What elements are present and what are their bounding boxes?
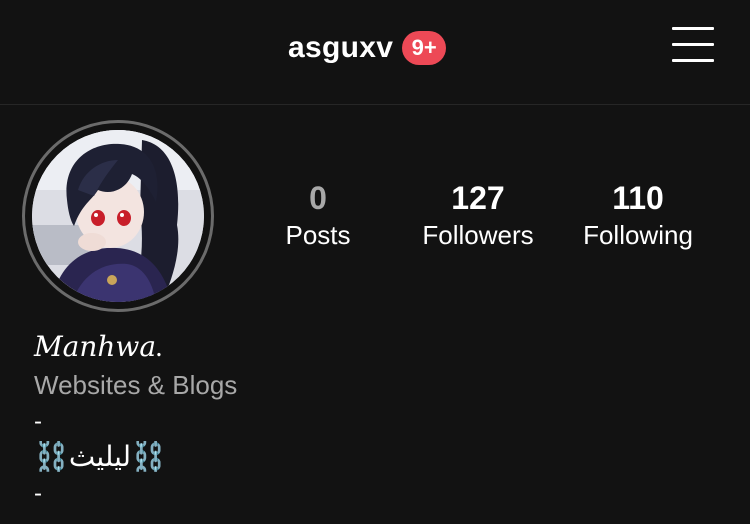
posts-label: Posts [285, 220, 351, 250]
username-switcher[interactable]: asguxv 9+ [288, 26, 447, 70]
hamburger-menu-icon[interactable] [672, 27, 716, 65]
username[interactable]: asguxv [288, 31, 393, 65]
bio-line-2: ⛓️ليليث⛓️ [34, 441, 166, 472]
following-stat[interactable]: 110 Following [558, 178, 718, 252]
notification-badge[interactable]: 9+ [402, 31, 447, 65]
avatar[interactable] [32, 130, 204, 302]
bio-line-1: - [34, 408, 42, 435]
followers-stat[interactable]: 127 Followers [398, 178, 558, 252]
profile-category: Websites & Blogs [34, 370, 238, 400]
followers-count: 127 [451, 180, 505, 216]
bio-line-3: - [34, 480, 42, 507]
following-label: Following [583, 220, 693, 250]
profile-display-name: 𝑀𝑎𝑛ℎ𝑤𝑎. [34, 332, 164, 363]
posts-stat[interactable]: 0 Posts [238, 178, 398, 252]
avatar-ring[interactable] [22, 120, 214, 312]
avatar-image [32, 130, 204, 302]
following-count: 110 [612, 180, 664, 216]
top-bar: asguxv 9+ [0, 0, 750, 105]
posts-count: 0 [309, 180, 327, 216]
followers-label: Followers [422, 220, 534, 250]
